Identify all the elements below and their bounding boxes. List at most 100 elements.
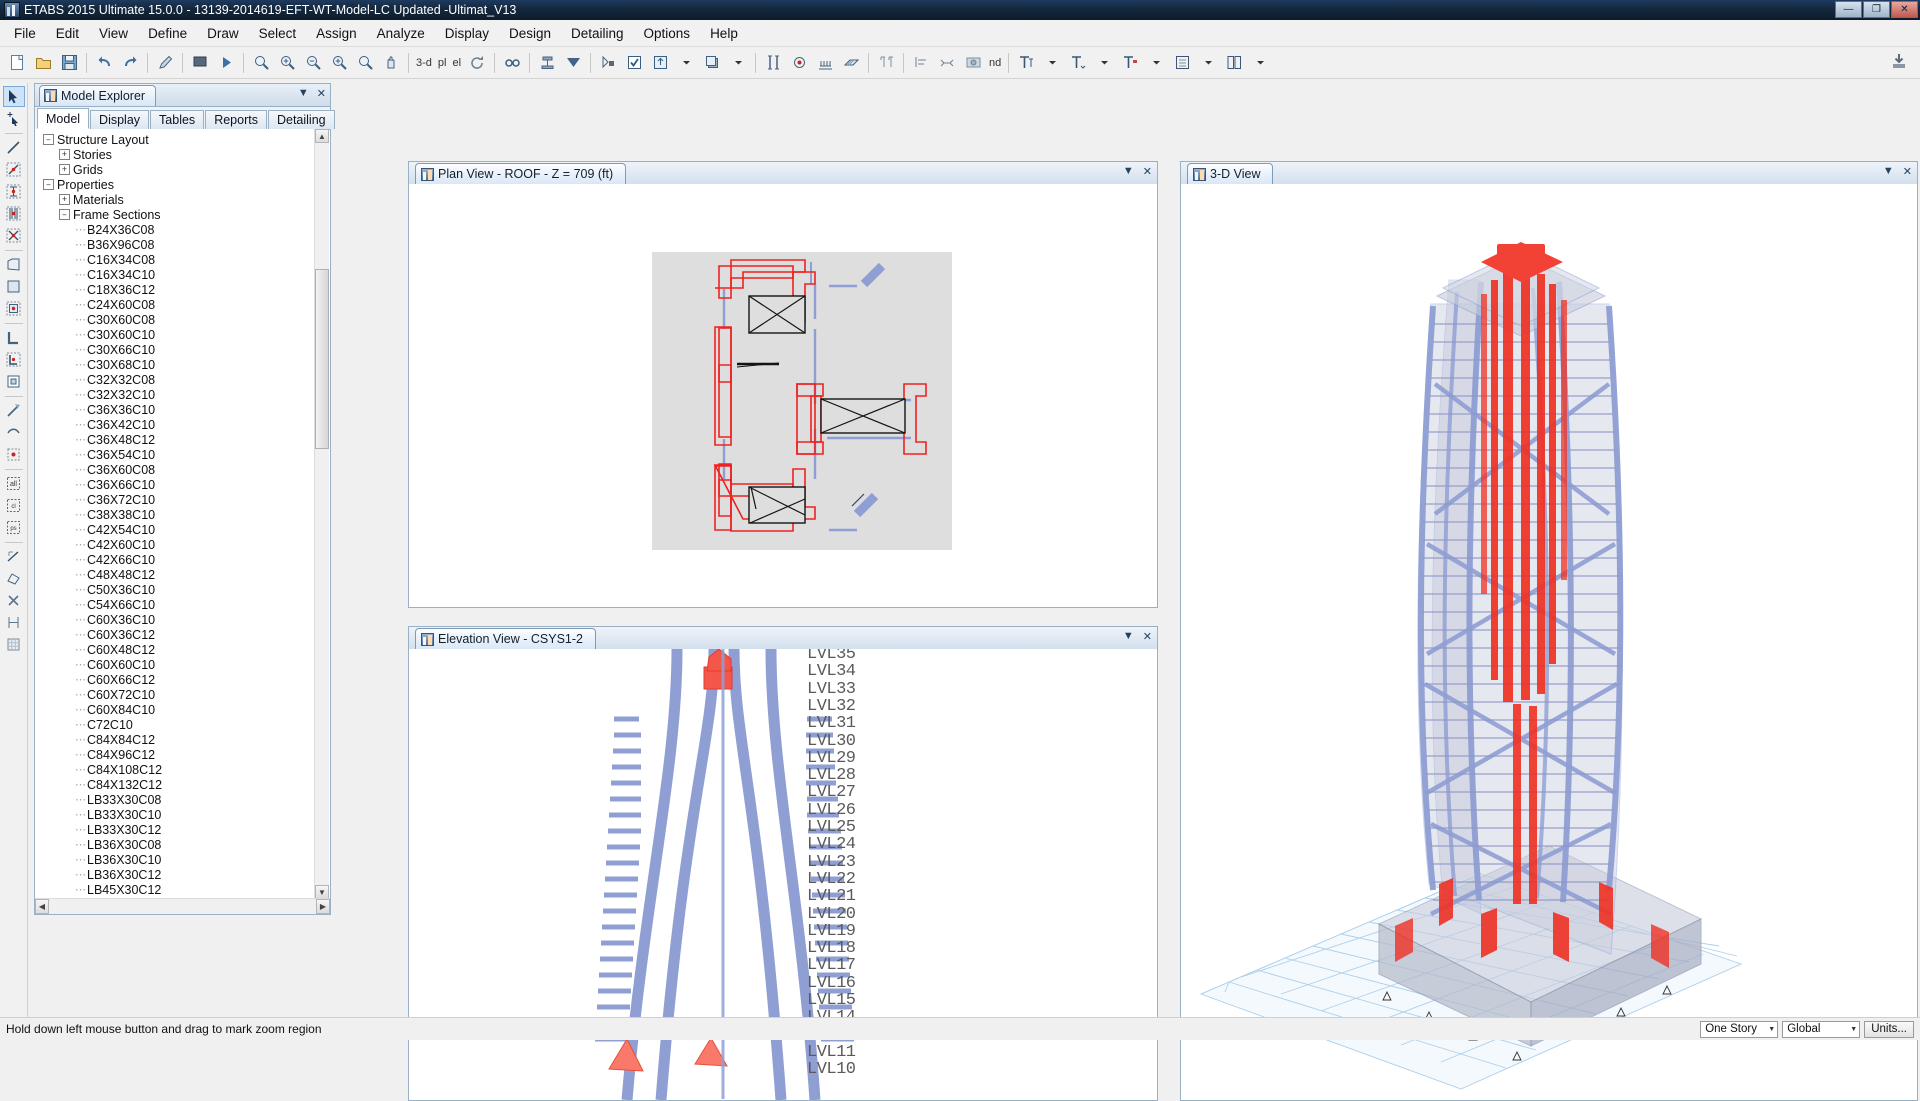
extrude-view-icon[interactable]: [648, 51, 672, 75]
tree-node-c42x54c10[interactable]: ⋯C42X54C10: [35, 522, 315, 537]
tree-node-stories[interactable]: +Stories: [35, 147, 315, 162]
menu-item-detailing[interactable]: Detailing: [561, 22, 634, 45]
tree-node-c84x84c12[interactable]: ⋯C84X84C12: [35, 732, 315, 747]
align-left-icon[interactable]: [909, 51, 933, 75]
select-poly-icon[interactable]: [3, 568, 25, 589]
menu-item-assign[interactable]: Assign: [306, 22, 367, 45]
tree-collapse-icon[interactable]: –: [43, 134, 54, 145]
elevation-view-tab[interactable]: Elevation View - CSYS1-2: [415, 628, 596, 649]
undo-icon[interactable]: [92, 51, 116, 75]
tree-node-c18x36c12[interactable]: ⋯C18X36C12: [35, 282, 315, 297]
tree-node-b24x36c08[interactable]: ⋯B24X36C08: [35, 222, 315, 237]
plan-view-controls[interactable]: ▼ ✕: [1123, 165, 1152, 178]
tree-node-c84x108c12[interactable]: ⋯C84X108C12: [35, 762, 315, 777]
scroll-thumb[interactable]: [315, 269, 329, 449]
image-capture-icon[interactable]: [961, 51, 985, 75]
elevation-view-menu-chevron-down-icon[interactable]: ▼: [1123, 630, 1134, 643]
tree-node-b36x96c08[interactable]: ⋯B36X96C08: [35, 237, 315, 252]
filled-triangle-icon[interactable]: [561, 51, 585, 75]
tree-node-c38x38c10[interactable]: ⋯C38X38C10: [35, 507, 315, 522]
tree-node-c36x36c10[interactable]: ⋯C36X36C10: [35, 402, 315, 417]
model-explorer-window-controls[interactable]: ▼ ✕: [298, 87, 326, 100]
tree-node-c84x132c12[interactable]: ⋯C84X132C12: [35, 777, 315, 792]
model-tree-vertical-scrollbar[interactable]: ▲ ▼: [314, 129, 329, 899]
close-button[interactable]: ✕: [1891, 1, 1918, 18]
tree-node-c36x66c10[interactable]: ⋯C36X66C10: [35, 477, 315, 492]
explorer-menu-chevron-down-icon[interactable]: ▼: [298, 87, 309, 100]
deselect-icon[interactable]: [3, 590, 25, 611]
chevron-down-icon-4[interactable]: [1092, 51, 1116, 75]
tree-node-c30x60c10[interactable]: ⋯C30X60C10: [35, 327, 315, 342]
three-d-view-controls[interactable]: ▼ ✕: [1883, 165, 1912, 178]
pan-icon[interactable]: [379, 51, 403, 75]
draw-area-point-icon[interactable]: [3, 298, 25, 319]
draw-wall-icon[interactable]: [3, 327, 25, 348]
explorer-tab-model[interactable]: Model: [37, 108, 89, 129]
tree-node-c16x34c08[interactable]: ⋯C16X34C08: [35, 252, 315, 267]
tree-node-c54x66c10[interactable]: ⋯C54X66C10: [35, 597, 315, 612]
shadow-view-icon[interactable]: [700, 51, 724, 75]
tree-node-c32x32c10[interactable]: ⋯C32X32C10: [35, 387, 315, 402]
tree-node-lb36x30c12[interactable]: ⋯LB36X30C12: [35, 867, 315, 882]
units-button[interactable]: Units...: [1864, 1021, 1914, 1038]
chevron-down-icon-6[interactable]: [1196, 51, 1220, 75]
save-model-icon[interactable]: [57, 51, 81, 75]
window-controls[interactable]: — ❐ ✕: [1835, 1, 1918, 18]
explorer-tab-reports[interactable]: Reports: [205, 110, 267, 129]
plan-view-close-icon[interactable]: ✕: [1143, 165, 1152, 178]
chevron-down-icon-7[interactable]: [1248, 51, 1272, 75]
scroll-up-arrow-icon[interactable]: ▲: [315, 129, 329, 143]
grid-plane-icon[interactable]: [839, 51, 863, 75]
minimize-button[interactable]: —: [1835, 1, 1862, 18]
play-icon[interactable]: [214, 51, 238, 75]
clear-selection-icon[interactable]: cl: [3, 495, 25, 516]
tree-node-c36x48c12[interactable]: ⋯C36X48C12: [35, 432, 315, 447]
tree-expand-icon[interactable]: +: [59, 194, 70, 205]
draw-reference-point-icon[interactable]: [3, 444, 25, 465]
three-d-view-menu-chevron-down-icon[interactable]: ▼: [1883, 165, 1894, 178]
reshape-pointer-icon[interactable]: [3, 108, 25, 129]
tree-node-c30x66c10[interactable]: ⋯C30X66C10: [35, 342, 315, 357]
explorer-tab-detailing[interactable]: Detailing: [268, 110, 335, 129]
zoom-extents-icon[interactable]: [327, 51, 351, 75]
explorer-tab-tables[interactable]: Tables: [150, 110, 204, 129]
tree-node-c36x54c10[interactable]: ⋯C36X54C10: [35, 447, 315, 462]
model-tree-horizontal-scrollbar[interactable]: ◀ ▶: [35, 898, 330, 914]
elev-label[interactable]: el: [449, 57, 464, 69]
zoom-previous-icon[interactable]: [353, 51, 377, 75]
chevron-down-icon-5[interactable]: [1144, 51, 1168, 75]
zoom-box-icon[interactable]: [249, 51, 273, 75]
story-selector[interactable]: One Story ▼: [1700, 1021, 1778, 1038]
tree-node-grids[interactable]: +Grids: [35, 162, 315, 177]
tree-node-c60x36c12[interactable]: ⋯C60X36C12: [35, 627, 315, 642]
tree-node-c72c10[interactable]: ⋯C72C10: [35, 717, 315, 732]
three-d-view-canvas[interactable]: [1181, 184, 1917, 1100]
three-d-view-close-icon[interactable]: ✕: [1903, 165, 1912, 178]
elevation-view-controls[interactable]: ▼ ✕: [1123, 630, 1152, 643]
explorer-tab-display[interactable]: Display: [90, 110, 149, 129]
menu-item-options[interactable]: Options: [634, 22, 701, 45]
chevron-down-icon-3[interactable]: [1040, 51, 1064, 75]
draw-wall-point-icon[interactable]: [3, 349, 25, 370]
check-box-icon[interactable]: [622, 51, 646, 75]
tree-node-c84x96c12[interactable]: ⋯C84X96C12: [35, 747, 315, 762]
three-d-view-tab[interactable]: 3-D View: [1187, 163, 1273, 184]
scroll-down-arrow-icon[interactable]: ▼: [315, 885, 329, 899]
previous-selection-icon[interactable]: ps: [3, 517, 25, 538]
column-display-icon[interactable]: [761, 51, 785, 75]
support-display-icon[interactable]: [813, 51, 837, 75]
tree-node-c50x36c10[interactable]: ⋯C50X36C10: [35, 582, 315, 597]
glasses-view-icon[interactable]: [500, 51, 524, 75]
tree-collapse-icon[interactable]: –: [43, 179, 54, 190]
select-pointer-icon[interactable]: [3, 86, 25, 107]
menu-item-design[interactable]: Design: [499, 22, 561, 45]
tree-node-c30x68c10[interactable]: ⋯C30X68C10: [35, 357, 315, 372]
tree-expand-icon[interactable]: +: [59, 149, 70, 160]
text-color-icon[interactable]: [1118, 51, 1142, 75]
tree-node-c36x42c10[interactable]: ⋯C36X42C10: [35, 417, 315, 432]
tree-node-lb36x30c08[interactable]: ⋯LB36X30C08: [35, 837, 315, 852]
save-cloud-icon[interactable]: [1888, 50, 1910, 72]
chevron-down-icon[interactable]: [674, 51, 698, 75]
open-model-icon[interactable]: [31, 51, 55, 75]
explorer-close-icon[interactable]: ✕: [317, 87, 326, 100]
